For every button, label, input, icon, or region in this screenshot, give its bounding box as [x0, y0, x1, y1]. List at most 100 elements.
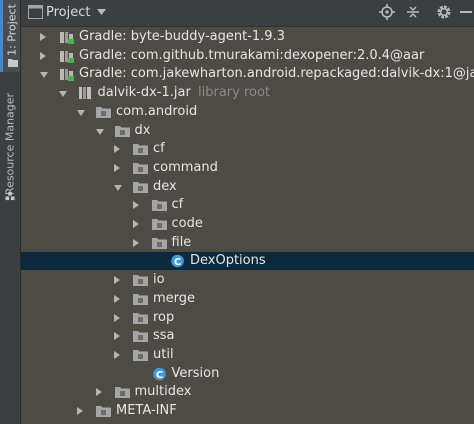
resource-manager-tab-label: Resource Manager: [3, 92, 17, 196]
tree-row[interactable]: dex: [21, 178, 474, 196]
package-icon: [133, 144, 148, 156]
tree-item-label: command: [153, 159, 218, 175]
tree-item-label: merge: [153, 290, 196, 306]
project-view-title[interactable]: Project: [46, 5, 90, 20]
tree-item-label: cf: [153, 141, 165, 157]
tree-row[interactable]: dalvik-dx-1.jar library root: [21, 84, 474, 102]
tree-item-label: rop: [153, 309, 175, 325]
tree-item-label: Gradle: com.github.tmurakami:dexopener:2…: [79, 47, 425, 63]
tree-item-label: cf: [171, 197, 184, 213]
expanded-arrow-icon[interactable]: [95, 128, 104, 135]
collapsed-arrow-icon[interactable]: [95, 388, 102, 397]
collapsed-arrow-icon[interactable]: [132, 220, 139, 228]
chevron-down-icon[interactable]: [97, 9, 106, 15]
tree-item-label: io: [153, 272, 165, 288]
gear-icon[interactable]: [436, 4, 452, 20]
package-icon: [96, 406, 111, 417]
tree-row[interactable]: command: [21, 159, 474, 177]
tree-row[interactable]: multidex: [21, 383, 474, 401]
project-tab-label: 1: Project: [5, 4, 18, 56]
tree-row[interactable]: META-INF: [21, 402, 474, 420]
tree-row[interactable]: cf: [21, 196, 474, 214]
hide-panel-icon[interactable]: [460, 11, 472, 13]
tree-item-label: dx: [134, 122, 151, 138]
package-icon: [133, 331, 148, 343]
collapse-all-icon[interactable]: [405, 4, 421, 20]
collapsed-arrow-icon[interactable]: [114, 294, 120, 303]
collapsed-arrow-icon[interactable]: [114, 350, 120, 359]
collapsed-arrow-icon[interactable]: [77, 407, 83, 415]
collapsed-arrow-icon[interactable]: [114, 163, 120, 172]
package-icon: [133, 312, 148, 324]
tree-row[interactable]: rop: [21, 309, 474, 327]
package-icon: [133, 349, 148, 361]
tree-row[interactable]: Gradle: com.github.tmurakami:dexopener:2…: [21, 47, 474, 65]
tree-row[interactable]: ssa: [21, 327, 474, 345]
collapsed-arrow-icon[interactable]: [40, 51, 46, 60]
svg-text:C: C: [174, 257, 181, 268]
expanded-arrow-icon[interactable]: [40, 72, 48, 79]
tool-window-strip: 1: Project Resource Manager: [0, 0, 21, 424]
tree-row[interactable]: Gradle: com.jakewharton.android.repackag…: [21, 65, 474, 83]
folder-icon: [8, 59, 18, 67]
tree-row[interactable]: util: [21, 346, 474, 364]
package-icon: [96, 106, 111, 118]
svg-text:C: C: [155, 369, 162, 380]
package-icon: [114, 125, 130, 137]
collapsed-arrow-icon[interactable]: [132, 201, 139, 210]
locate-icon[interactable]: [379, 4, 395, 20]
expanded-arrow-icon[interactable]: [114, 184, 122, 191]
tree-row[interactable]: io: [21, 271, 474, 289]
collapsed-arrow-icon[interactable]: [114, 276, 120, 285]
resource-manager-tool-tab[interactable]: Resource Manager: [0, 90, 20, 214]
collapsed-arrow-icon[interactable]: [40, 33, 46, 41]
jar-icon: [78, 87, 91, 100]
collapsed-arrow-icon[interactable]: [132, 238, 139, 247]
project-panel: Project Gradle: byte-buddy-agent-1.9.3 Gr…: [21, 0, 474, 424]
expanded-arrow-icon[interactable]: [77, 109, 85, 116]
tree-row[interactable]: com.android: [21, 103, 474, 121]
tree-item-label: Version: [171, 365, 220, 381]
tree-item-label: ssa: [153, 328, 175, 344]
tree-item-label: dex: [153, 178, 177, 194]
tree-item-label: dalvik-dx-1.jar: [97, 85, 191, 101]
package-icon: [133, 275, 148, 287]
tree-item-label: file: [171, 234, 192, 250]
tree-row[interactable]: file: [21, 234, 474, 252]
tree-item-label: util: [153, 346, 174, 362]
tree-row[interactable]: cf: [21, 140, 474, 158]
gradle-library-icon: [60, 69, 74, 82]
project-tool-tab[interactable]: 1: Project: [0, 0, 20, 72]
tree-item-label: code: [171, 216, 203, 231]
package-icon: [133, 293, 148, 305]
tree-item-label: multidex: [134, 384, 192, 400]
package-icon: [133, 162, 148, 174]
resource-manager-icon: [5, 192, 15, 201]
tree-item-label: DexOptions: [190, 253, 266, 269]
project-view-icon: [28, 5, 43, 19]
class-icon: C: [152, 367, 166, 380]
collapsed-arrow-icon[interactable]: [114, 145, 120, 154]
tree-item-label: Gradle: byte-buddy-agent-1.9.3: [79, 29, 285, 44]
tree-row[interactable]: merge: [21, 290, 474, 308]
library-root-hint: library root: [198, 85, 271, 101]
package-icon: [151, 200, 167, 212]
tree-row[interactable]: C DexOptions: [21, 252, 474, 271]
gradle-library-icon: [60, 32, 74, 44]
tree-item-label: com.android: [116, 103, 198, 119]
package-icon: [114, 387, 130, 399]
tree-row[interactable]: dx: [21, 122, 474, 140]
tree-row[interactable]: C Version: [21, 365, 474, 383]
package-icon: [151, 237, 167, 249]
tree-row[interactable]: code: [21, 215, 474, 233]
gradle-library-icon: [60, 50, 74, 63]
tree-row[interactable]: Gradle: byte-buddy-agent-1.9.3: [21, 28, 474, 46]
panel-header: Project: [21, 0, 474, 27]
expanded-arrow-icon[interactable]: [58, 91, 67, 98]
tree-item-label: Gradle: com.jakewharton.android.repackag…: [79, 66, 474, 82]
tree-item-label: META-INF: [116, 403, 177, 418]
collapsed-arrow-icon[interactable]: [114, 332, 120, 341]
class-icon: C: [171, 255, 184, 268]
package-icon: [133, 181, 148, 193]
collapsed-arrow-icon[interactable]: [114, 313, 120, 322]
